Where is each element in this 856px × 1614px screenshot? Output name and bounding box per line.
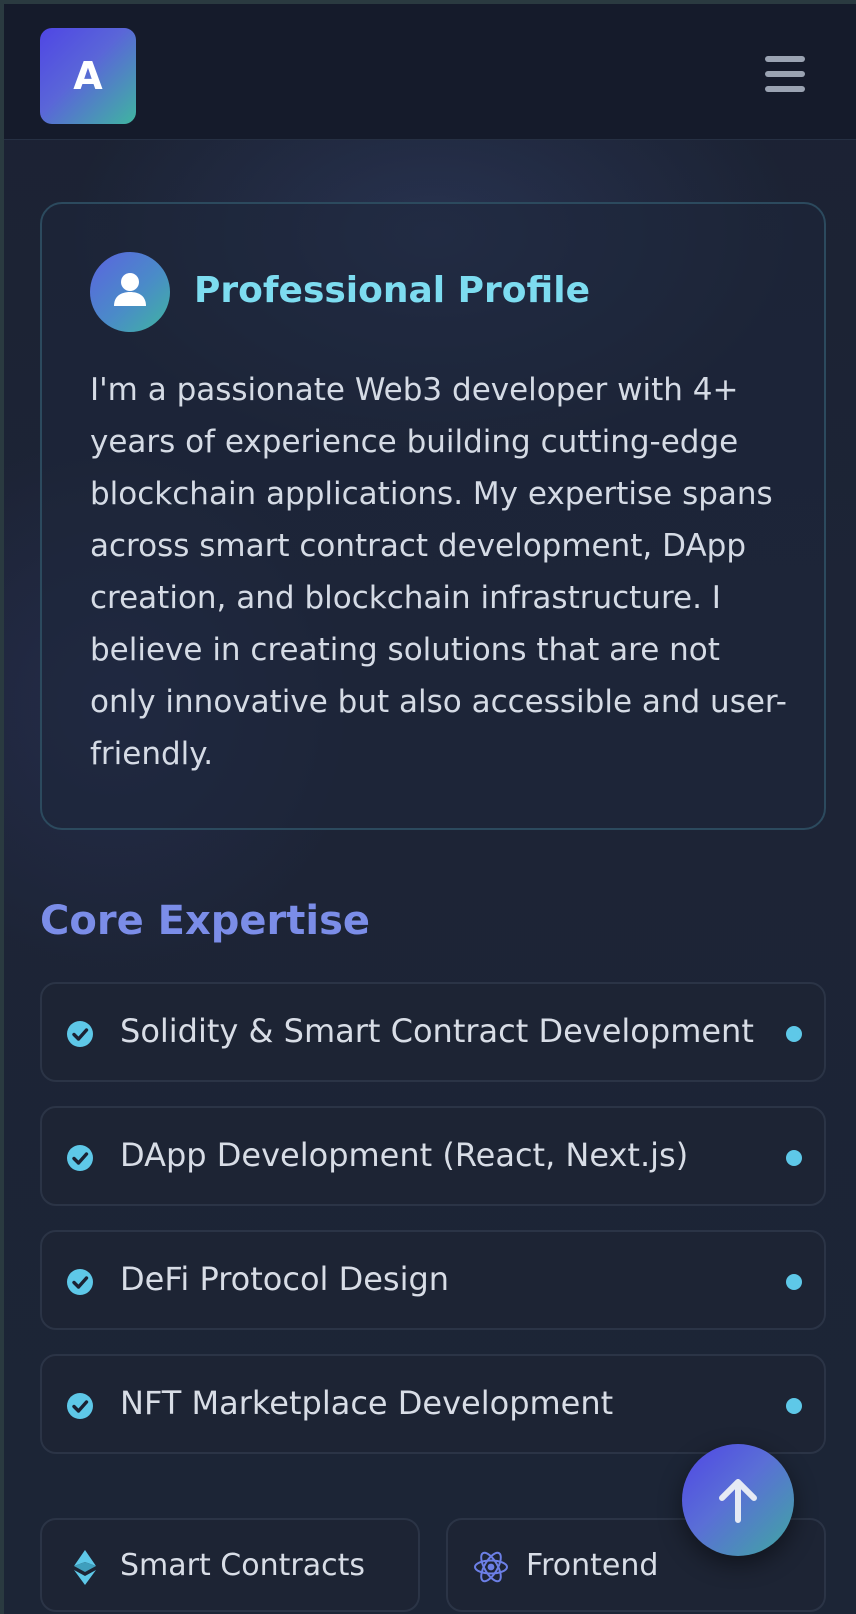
status-dot	[786, 1274, 802, 1290]
status-dot	[786, 1150, 802, 1166]
expertise-item: DApp Development (React, Next.js)	[40, 1106, 826, 1206]
logo-letter: A	[73, 54, 103, 98]
expertise-item: Solidity & Smart Contract Development	[40, 982, 826, 1082]
expertise-label: DApp Development (React, Next.js)	[120, 1136, 689, 1174]
expertise-label: DeFi Protocol Design	[120, 1260, 450, 1298]
expertise-label: Solidity & Smart Contract Development	[120, 1012, 754, 1050]
tag-label: Smart Contracts	[120, 1548, 365, 1583]
react-atom-icon	[474, 1551, 508, 1583]
user-icon	[90, 252, 170, 332]
check-circle-icon	[67, 1145, 93, 1171]
profile-description: I'm a passionate Web3 developer with 4+ …	[90, 372, 787, 772]
expertise-label: NFT Marketplace Development	[120, 1384, 614, 1422]
arrow-up-icon	[719, 1479, 757, 1523]
expertise-item: DeFi Protocol Design	[40, 1230, 826, 1330]
profile-title: Professional Profile	[194, 270, 590, 311]
tag-label: Frontend	[526, 1548, 659, 1583]
tag-smart-contracts[interactable]: Smart Contracts	[40, 1518, 420, 1612]
check-circle-icon	[67, 1393, 93, 1419]
status-dot	[786, 1026, 802, 1042]
hamburger-menu-icon[interactable]	[762, 54, 808, 94]
check-circle-icon	[67, 1269, 93, 1295]
page-background: A Professional Profile I'm a passionate …	[0, 0, 856, 1614]
scroll-to-top-button[interactable]	[682, 1444, 794, 1556]
status-dot	[786, 1398, 802, 1414]
core-expertise-heading: Core Expertise	[40, 898, 370, 944]
ethereum-icon	[74, 1550, 96, 1585]
check-circle-icon	[67, 1021, 93, 1047]
expertise-item: NFT Marketplace Development	[40, 1354, 826, 1454]
top-navbar: A	[4, 4, 856, 140]
site-logo[interactable]: A	[40, 28, 136, 124]
